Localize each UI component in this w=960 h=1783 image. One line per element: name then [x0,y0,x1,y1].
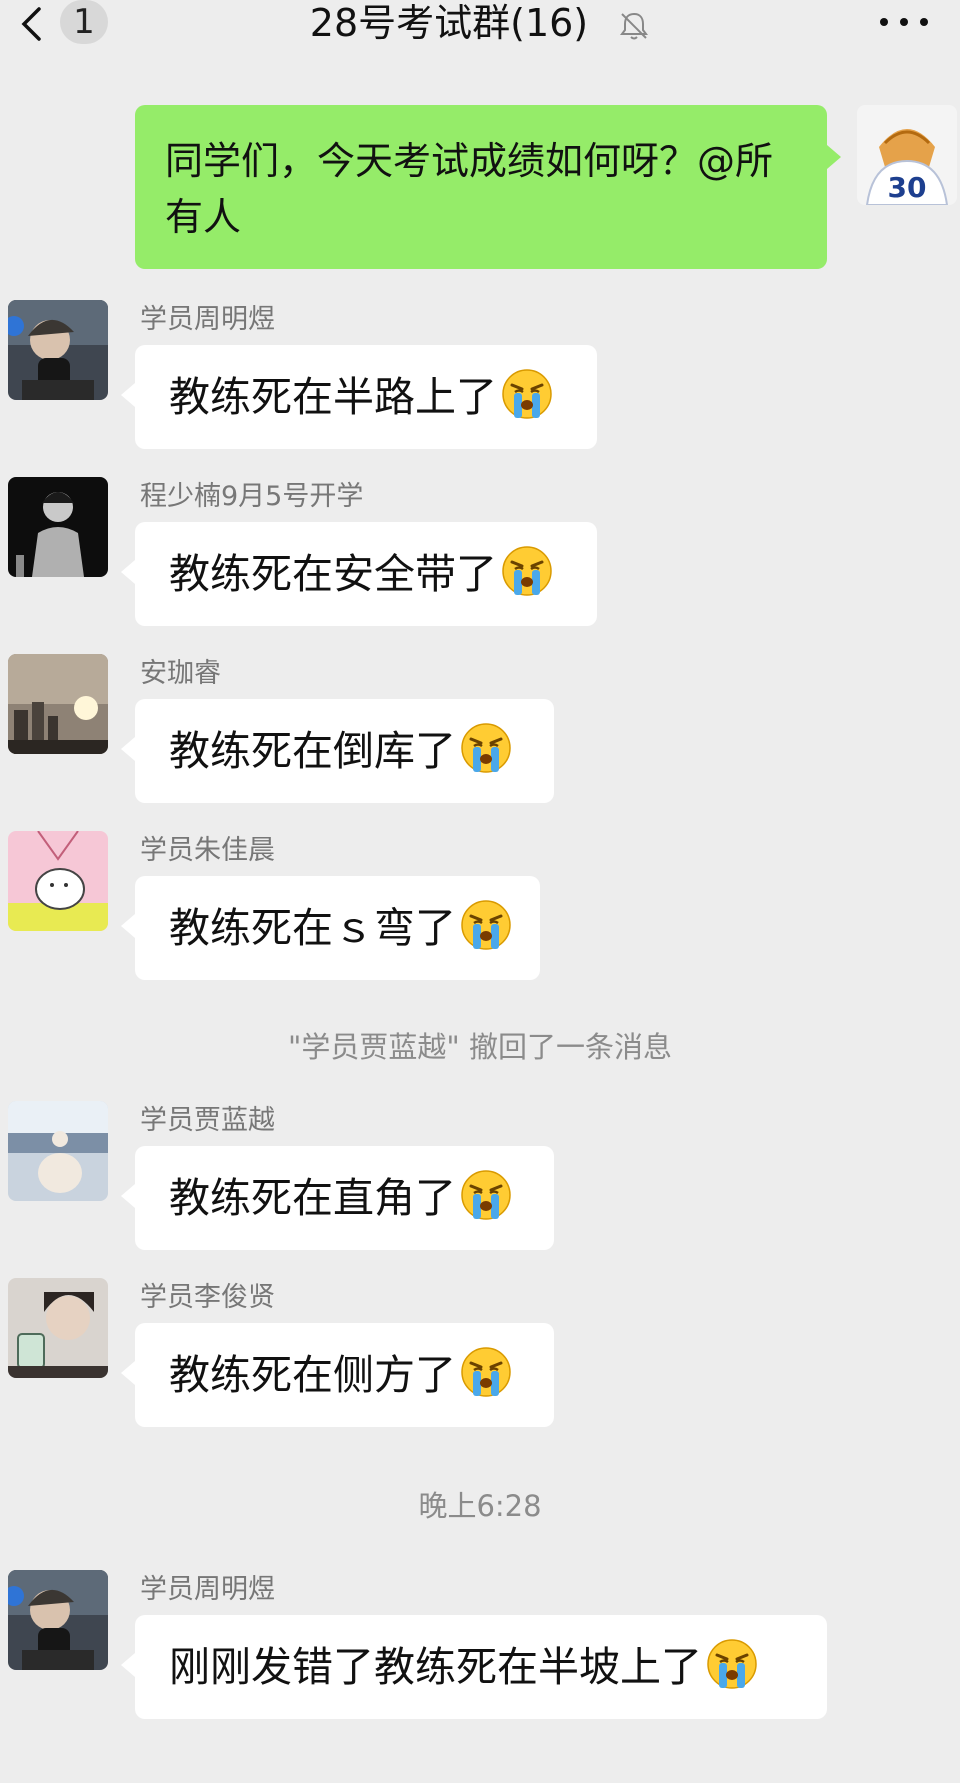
crying-emoji-icon [460,722,512,774]
avatar-zhou-mingyu[interactable] [8,1570,108,1670]
chat-title: 28号考试群(16) [0,0,960,48]
message-bubble[interactable]: 教练死在倒库了 [121,699,554,803]
jersey-number: 30 [888,171,927,204]
message-text: 刚刚发错了教练死在半坡上了 [169,1643,702,1691]
message-text: 教练死在半路上了 [169,373,497,421]
sender-name: 程少楠9月5号开学 [140,481,364,512]
message-bubble[interactable]: 教练死在直角了 [121,1146,554,1250]
recall-notice: "学员贾蓝越" 撤回了一条消息 [288,1030,672,1064]
message-bubble[interactable]: 教练死在ｓ弯了 [121,876,540,980]
mute-bell-icon [620,12,649,39]
crying-emoji-icon [501,545,553,597]
message-bubble[interactable]: 教练死在安全带了 [121,522,597,626]
avatar-cheng-shaonan[interactable] [8,477,108,577]
chat-header: 1 28号考试群(16) [0,0,960,50]
sender-name: 学员李俊贤 [140,1282,275,1313]
avatar-zhou-mingyu[interactable] [8,300,108,400]
sent-message-bubble[interactable]: 同学们，今天考试成绩如何呀？@所有人 [135,105,841,269]
sender-name: 安珈睿 [140,658,221,689]
sender-name: 学员周明煜 [140,1574,275,1605]
message-text: 教练死在倒库了 [169,727,456,775]
my-avatar[interactable]: 30 [857,105,957,205]
avatar-zhu-jiachen[interactable] [8,831,108,931]
sender-name: 学员朱佳晨 [140,835,275,866]
sender-name: 学员周明煜 [140,304,275,335]
crying-emoji-icon [460,1346,512,1398]
message-bubble[interactable]: 教练死在侧方了 [121,1323,554,1427]
chat-title-text: 28号考试群(16) [309,1,589,45]
crying-emoji-icon [460,899,512,951]
message-text: 教练死在侧方了 [169,1351,456,1399]
message-text: 教练死在ｓ弯了 [169,904,456,952]
message-text: 教练死在直角了 [169,1174,456,1222]
message-bubble[interactable]: 刚刚发错了教练死在半坡上了 [121,1615,827,1719]
message-text: 教练死在安全带了 [169,550,497,598]
timestamp: 晚上6:28 [418,1489,542,1523]
more-dots-icon[interactable] [874,10,934,34]
avatar-li-junxian[interactable] [8,1278,108,1378]
crying-emoji-icon [460,1169,512,1221]
crying-emoji-icon [501,368,553,420]
avatar-jia-lanyue[interactable] [8,1101,108,1201]
sender-name: 学员贾蓝越 [140,1105,275,1136]
message-bubble[interactable]: 教练死在半路上了 [121,345,597,449]
crying-emoji-icon [706,1638,758,1690]
avatar-an-jiarui[interactable] [8,654,108,754]
